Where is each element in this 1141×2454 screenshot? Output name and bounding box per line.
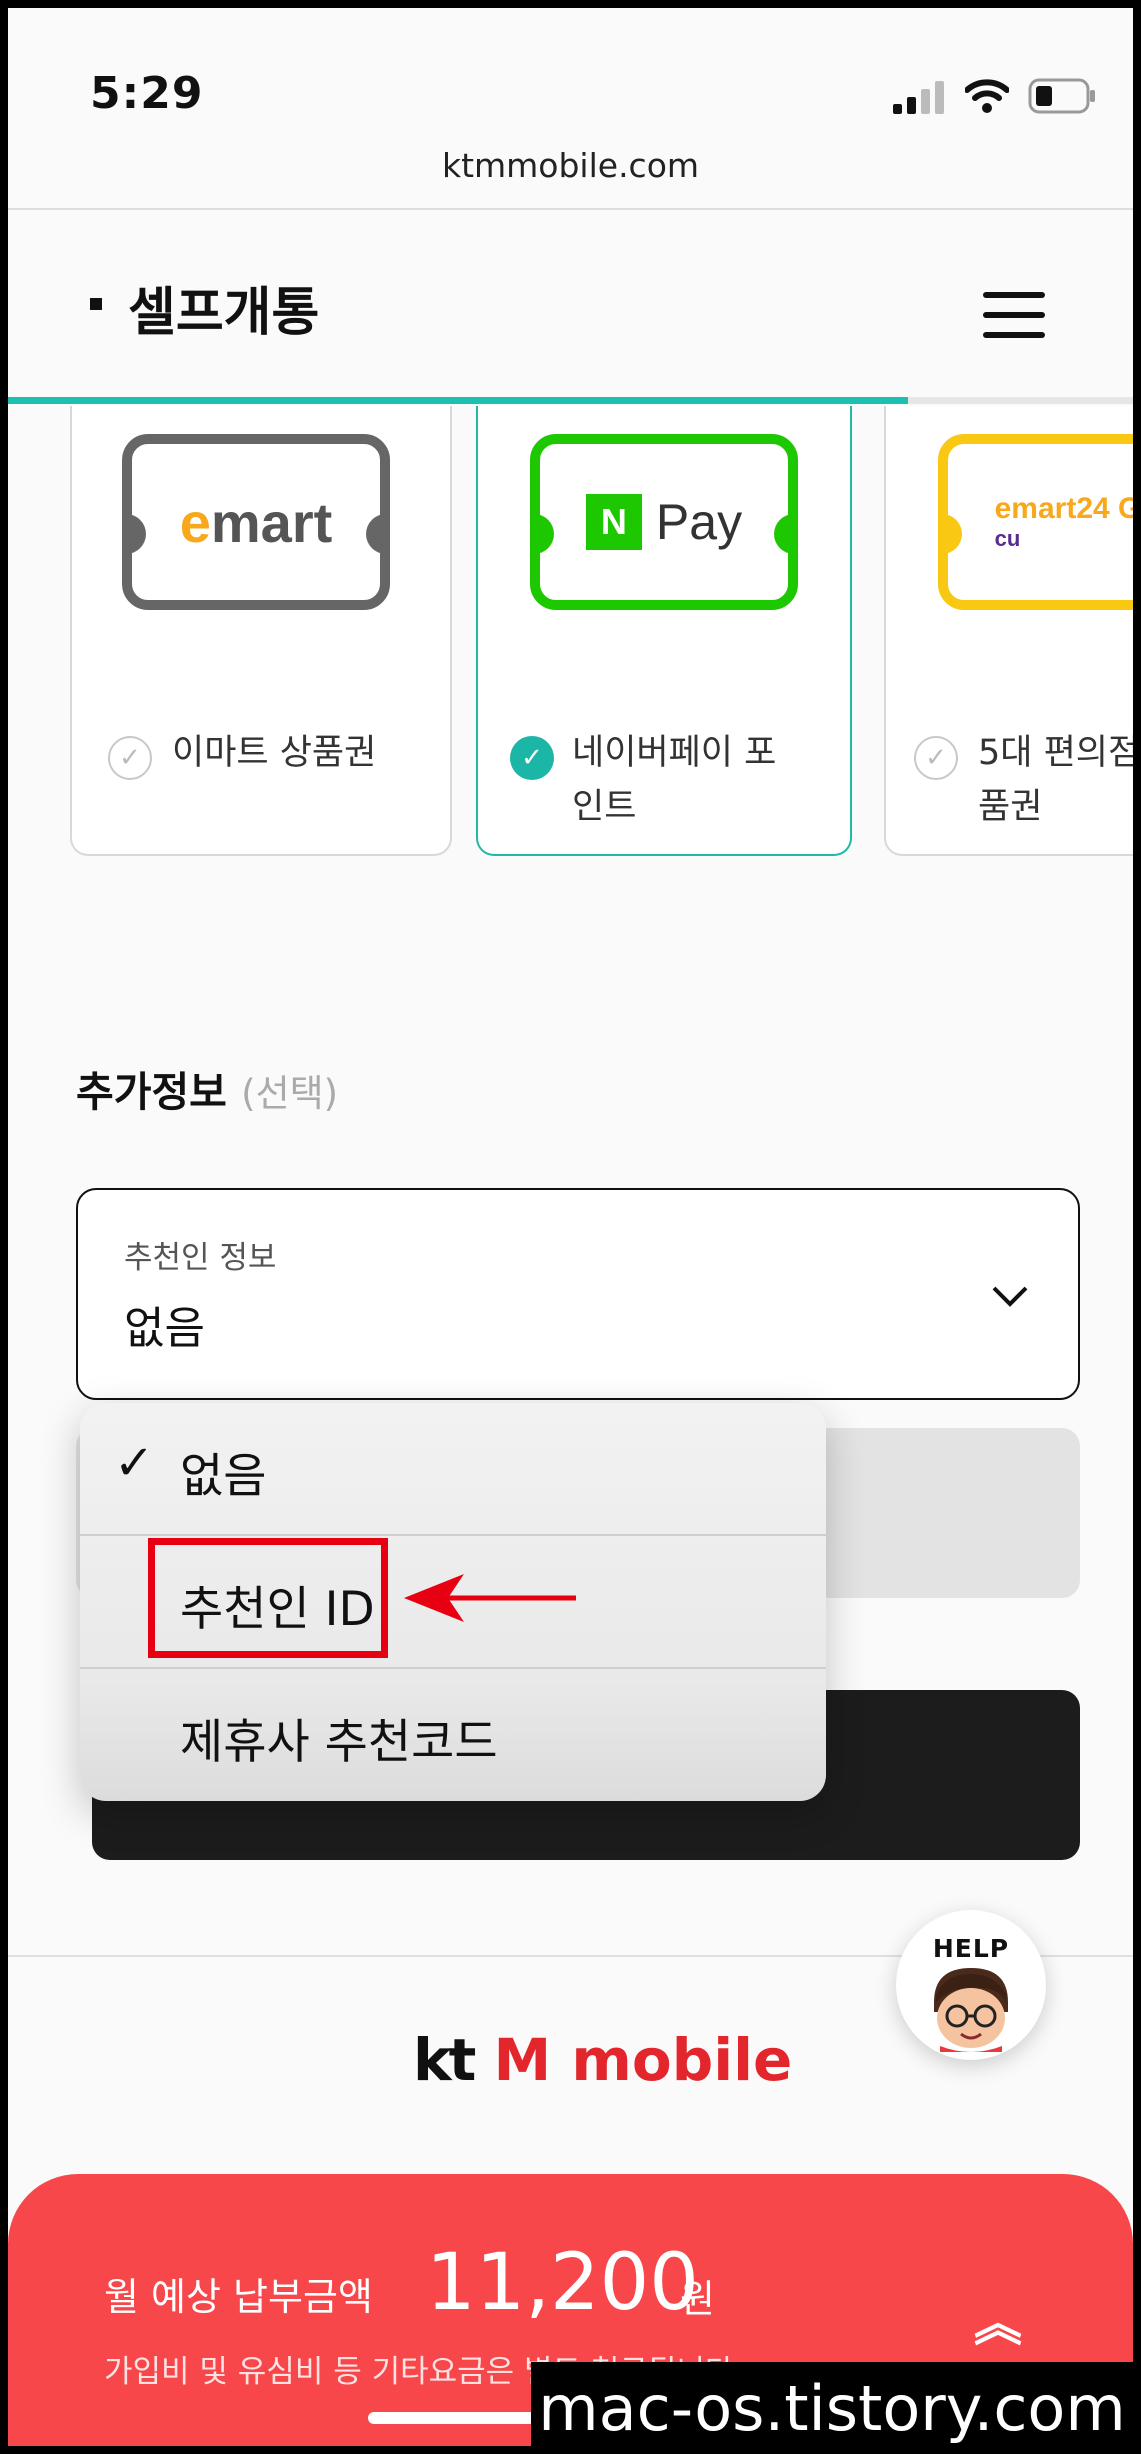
url-bar[interactable]: ktmmobile.com	[8, 146, 1133, 185]
red-arrow-icon	[404, 1574, 576, 1622]
divider	[8, 208, 1133, 210]
help-face-icon	[934, 1968, 1008, 2052]
battery-icon	[1028, 78, 1095, 114]
cellular-signal-icon	[893, 81, 944, 114]
price-label: 월 예상 납부금액	[104, 2275, 373, 2319]
option-label: 네이버페이 포 인트	[572, 733, 777, 827]
progress-bar-fill	[8, 397, 908, 404]
price-unit: 원	[680, 2277, 715, 2321]
option-card-emart[interactable]: eemartmart ✓ 이마트 상품권	[70, 406, 452, 856]
emart-logo: eemartmart	[122, 434, 390, 610]
status-time: 5:29	[90, 68, 204, 119]
naverpay-logo: N Pay	[530, 434, 798, 610]
option-label: 5대 편의점 품권	[978, 733, 1133, 827]
help-button[interactable]: HELP	[896, 1910, 1046, 2060]
highlight-box	[148, 1538, 388, 1658]
menu-item-none[interactable]: ✓ 없음	[80, 1403, 826, 1534]
referrer-select[interactable]: 추천인 정보 없음	[76, 1188, 1080, 1400]
phone-screen: 5:29 ktmmobile.com 셀프개통 eemartmart ✓ 이마트…	[8, 8, 1133, 2446]
hamburger-menu-icon[interactable]	[983, 292, 1045, 352]
kt-m-mobile-logo: kt M mobile	[413, 2026, 793, 2094]
unchecked-icon: ✓	[108, 736, 152, 780]
select-label: 추천인 정보	[124, 1240, 277, 1276]
menu-item-partner-code[interactable]: 제휴사 추천코드	[80, 1669, 826, 1800]
page-title: 셀프개통	[128, 283, 320, 343]
option-label: 이마트 상품권	[172, 733, 377, 773]
section-title: 추가정보 (선택)	[76, 1068, 339, 1116]
price-amount: 11,200	[426, 2238, 699, 2328]
option-card-convenience[interactable]: emart24 GS cu ✓ 5대 편의점 품권	[884, 406, 1133, 856]
double-chevron-up-icon[interactable]: ︽	[974, 2284, 1022, 2354]
select-value: 없음	[124, 1303, 205, 1354]
wifi-icon	[965, 79, 1009, 113]
unchecked-icon: ✓	[914, 736, 958, 780]
checked-icon: ✓	[510, 736, 554, 780]
option-card-naverpay[interactable]: N Pay ✓ 네이버페이 포 인트	[476, 406, 852, 856]
title-bullet	[90, 298, 102, 310]
checkmark-icon: ✓	[114, 1435, 155, 1491]
watermark: mac-os.tistory.com	[531, 2362, 1133, 2454]
convenience-logo: emart24 GS cu	[938, 434, 1133, 610]
chevron-down-icon	[992, 1286, 1028, 1307]
